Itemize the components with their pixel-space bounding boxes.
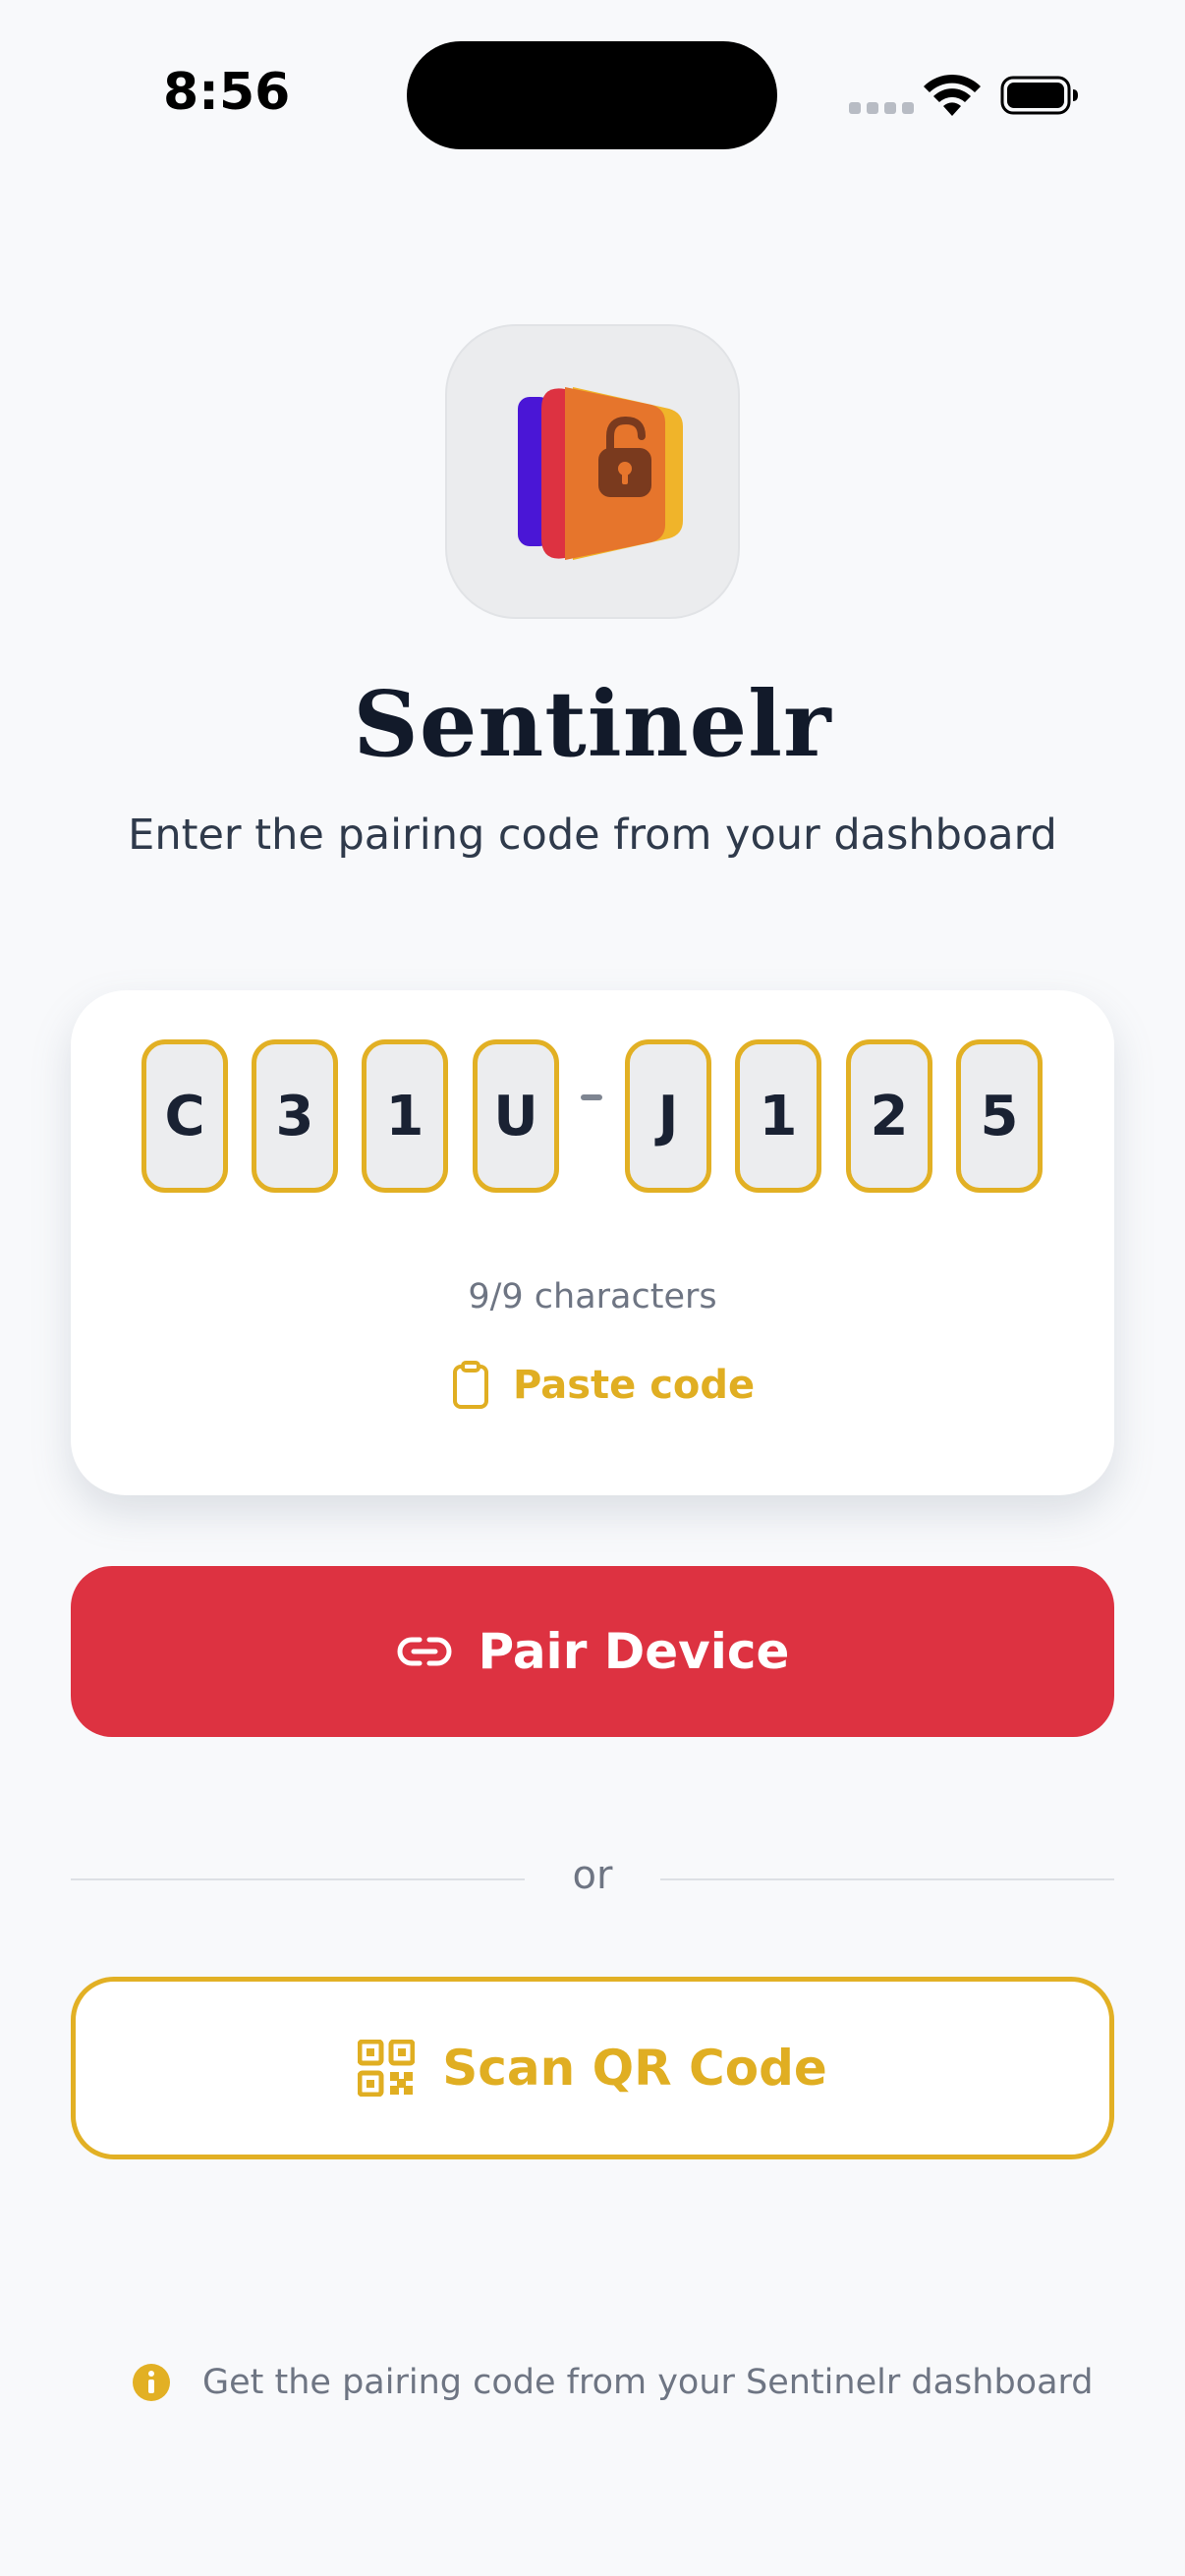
pairing-hint: Get the pairing code from your Sentinelr… [132,2360,1094,2405]
code-char-2[interactable]: 3 [252,1039,338,1193]
instruction-text: Enter the pairing code from your dashboa… [128,811,1057,860]
scan-qr-button[interactable]: Scan QR Code [71,1977,1114,2159]
code-separator [581,1094,602,1100]
app-title: Sentinelr [353,671,832,777]
code-char-1[interactable]: C [141,1039,228,1193]
info-icon [133,2364,170,2401]
divider-or: or [572,1853,613,1898]
paste-code-label: Paste code [513,1363,756,1408]
clipboard-icon [453,1361,488,1409]
code-char-3[interactable]: 1 [362,1039,448,1193]
battery-icon [1000,76,1078,115]
pair-device-button[interactable]: Pair Device [71,1566,1114,1737]
code-char-7[interactable]: 2 [846,1039,932,1193]
pairing-code-card: C 3 1 U J 1 2 5 9/9 characters Paste cod… [71,990,1114,1495]
cellular-signal-icon [849,102,914,114]
divider-left [71,1878,525,1880]
dynamic-island [407,41,777,149]
code-char-4[interactable]: U [473,1039,559,1193]
code-char-8[interactable]: 5 [956,1039,1043,1193]
wifi-icon [924,74,981,116]
status-time: 8:56 [163,63,291,122]
character-count: 9/9 characters [468,1277,717,1316]
scan-qr-label: Scan QR Code [442,2040,827,2097]
paste-code-button[interactable]: Paste code [452,1358,755,1413]
qr-code-icon [358,2040,416,2097]
hint-text: Get the pairing code from your Sentinelr… [202,2363,1094,2402]
code-char-6[interactable]: 1 [735,1039,821,1193]
pairing-screen: 8:56 Sentinelr Enter the pairing code fr… [0,0,1185,2576]
link-icon [397,1637,451,1666]
app-logo [445,324,740,619]
padlock-folder-icon [518,387,683,560]
divider-right [660,1878,1114,1880]
pair-device-label: Pair Device [478,1623,790,1680]
code-char-5[interactable]: J [625,1039,711,1193]
